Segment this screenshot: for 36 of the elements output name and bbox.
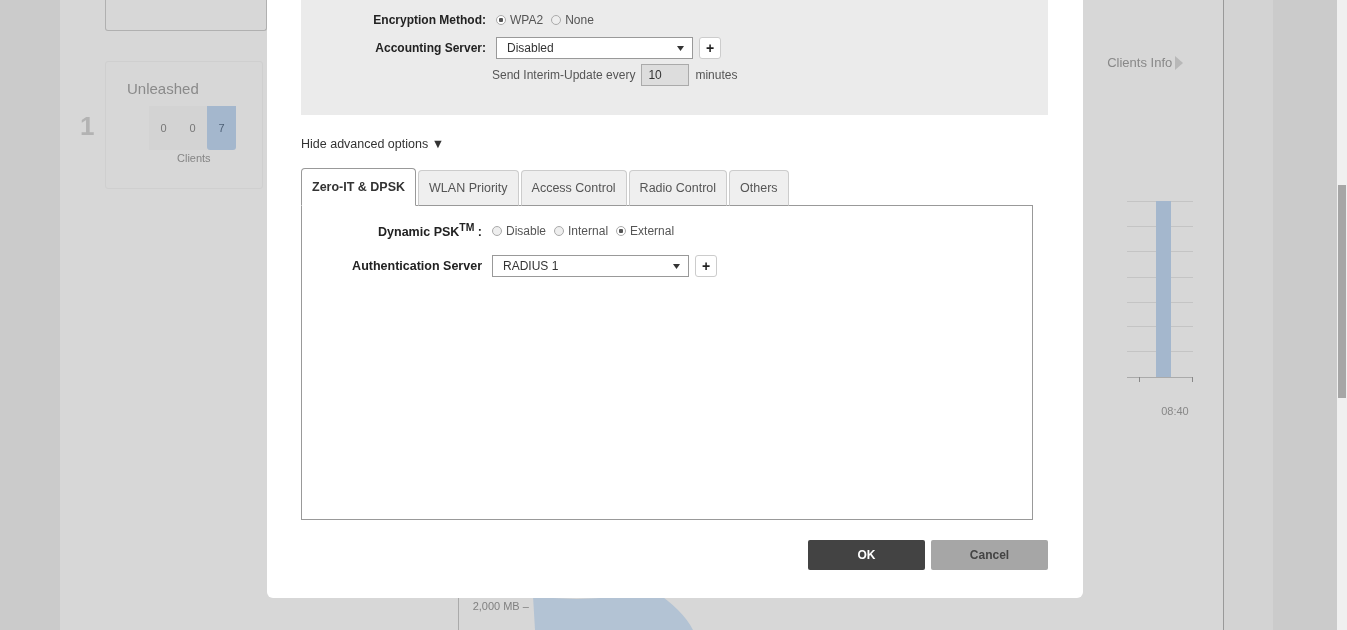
interim-label: Send Interim-Update every [492, 68, 636, 82]
units-label: minutes [695, 68, 738, 82]
scrollbar-thumb[interactable] [1338, 185, 1346, 398]
add-button[interactable]: + [699, 37, 721, 59]
radio-option[interactable]: External [616, 223, 675, 238]
tab[interactable]: Radio Control [628, 170, 728, 206]
interval-field[interactable]: 10 [641, 64, 690, 86]
axis-label: 08:40 [1161, 405, 1190, 417]
client-count: 0 [149, 106, 178, 150]
field-label: Accounting Server: [374, 41, 486, 55]
clients-label: Clients [177, 152, 212, 164]
dropdown[interactable]: RADIUS 1 [492, 255, 689, 278]
dialog-button[interactable]: OK [808, 540, 925, 570]
scrollbar[interactable] [1337, 0, 1347, 630]
radio-option[interactable]: Disable [492, 223, 547, 238]
triangle-icon [1175, 55, 1184, 70]
radio-option[interactable]: Internal [554, 223, 609, 238]
tab[interactable]: Access Control [520, 170, 627, 206]
card-title: Unleashed [127, 80, 200, 97]
tab[interactable]: Zero-IT & DPSK [301, 168, 417, 206]
radio-option[interactable]: None [551, 13, 594, 27]
field-label: Authentication Server [351, 259, 482, 274]
caret-icon [673, 263, 680, 269]
tab[interactable]: Others [729, 170, 789, 206]
advanced-options-toggle[interactable]: Hide advanced options ▼ [301, 137, 1049, 151]
tab[interactable]: WLAN Priority [418, 170, 519, 206]
dropdown[interactable]: Disabled [496, 37, 693, 59]
axis-label: 2,000 MB – [472, 600, 530, 612]
add-button[interactable]: + [695, 255, 717, 278]
radio-option[interactable]: WPA2 [496, 13, 544, 27]
client-count: 0 [178, 106, 207, 150]
client-count: 7 [207, 106, 236, 150]
dialog-button[interactable]: Cancel [931, 540, 1048, 570]
caret-icon [677, 45, 684, 51]
field-label: Encryption Method: [372, 13, 486, 27]
field-label: Dynamic PSK$^{TM}$ : [377, 222, 482, 240]
